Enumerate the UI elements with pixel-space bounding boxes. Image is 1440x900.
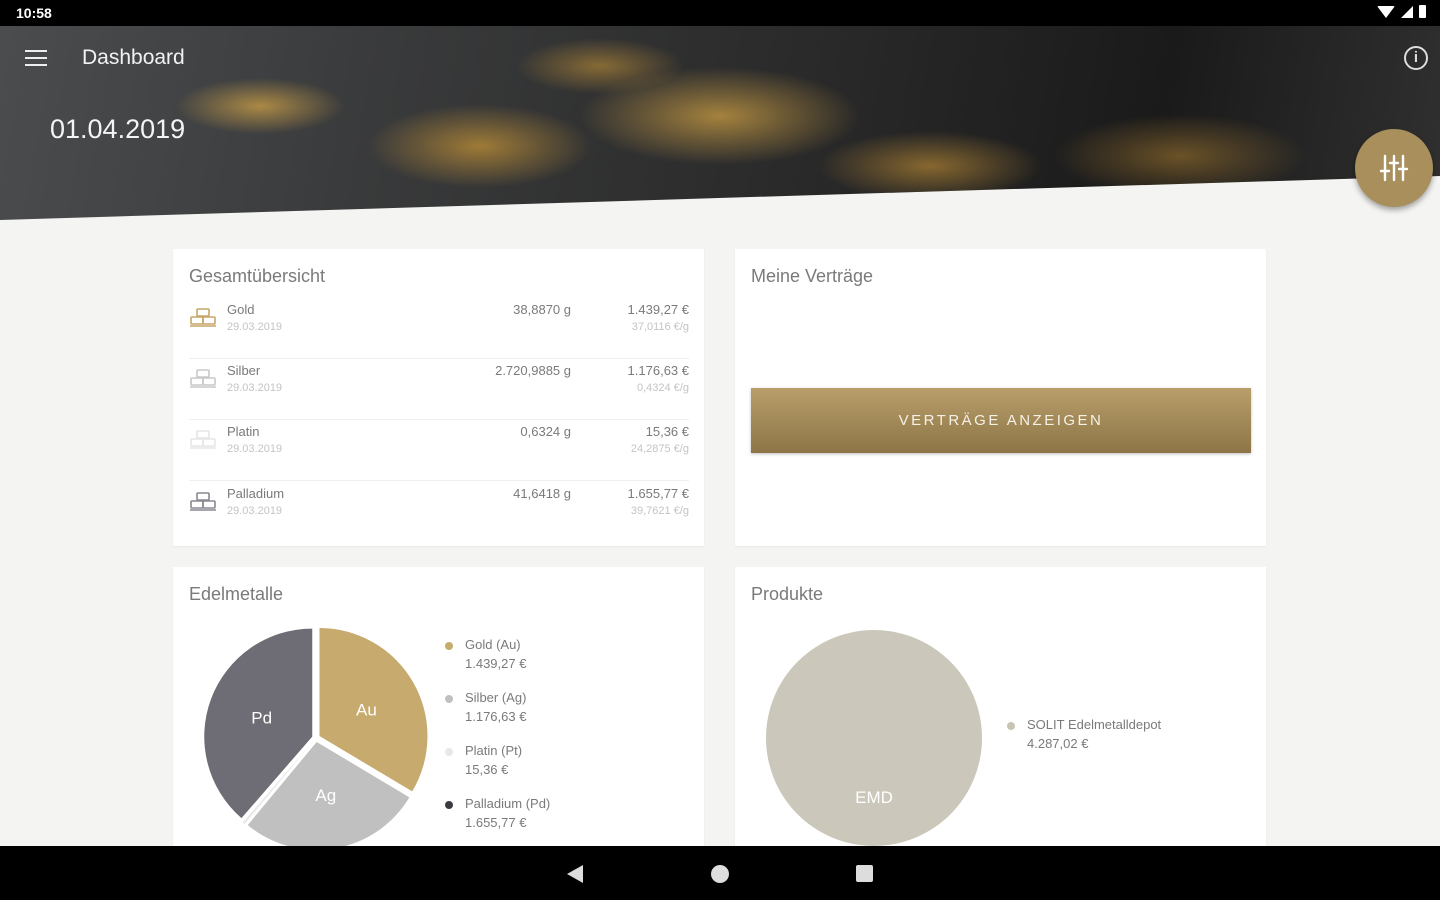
navigation-bar: [0, 846, 1440, 900]
bullion-bars-icon: [190, 369, 216, 388]
metal-price-per-gram: 37,0116 €/g: [631, 321, 689, 333]
metal-name: Gold: [227, 302, 255, 317]
metal-price-per-gram: 39,7621 €/g: [630, 505, 689, 517]
legend-value: 1.439,27 €: [465, 656, 527, 671]
legend-name: Platin (Pt): [465, 743, 523, 758]
legend-dot-icon: [445, 801, 453, 809]
info-icon[interactable]: i: [1404, 46, 1428, 70]
legend-dot-icon: [445, 642, 453, 650]
pie-label-au: Au: [356, 700, 377, 719]
legend-item: Palladium (Pd) 1.655,77 €: [445, 794, 551, 832]
metal-date: 29.03.2019: [227, 321, 283, 333]
sliders-icon: [1379, 154, 1409, 182]
overview-title: Gesamtübersicht: [189, 266, 326, 286]
contracts-card: Meine Verträge VERTRÄGE ANZEIGEN: [735, 249, 1266, 546]
metal-date: 29.03.2019: [227, 382, 283, 394]
legend-name: Gold (Au): [465, 637, 521, 652]
products-title: Produkte: [751, 584, 824, 604]
legend-name: Silber (Ag): [465, 690, 527, 705]
wifi-icon: [1377, 5, 1395, 18]
page-title: Dashboard: [82, 46, 185, 69]
back-icon[interactable]: [567, 865, 583, 883]
metal-date: 29.03.2019: [227, 443, 283, 455]
battery-icon: [1419, 5, 1426, 18]
metal-weight: 41,6418 g: [513, 486, 571, 501]
overview-card: Gesamtübersicht Gold 29.03.2019 38,8870 g 1…: [173, 249, 704, 546]
filter-settings-button[interactable]: [1355, 129, 1433, 207]
menu-icon[interactable]: [25, 50, 47, 66]
bullion-bars-icon: [190, 430, 216, 449]
show-contracts-button[interactable]: VERTRÄGE ANZEIGEN: [751, 388, 1251, 453]
status-bar: 10:58: [0, 0, 1440, 26]
metal-price-per-gram: 24,2875 €/g: [630, 443, 689, 455]
legend-item: Silber (Ag) 1.176,63 €: [445, 688, 527, 726]
precious-metals-card: Edelmetalle Au Ag Pd Gold (Au) 1.439,27 € Si…: [173, 567, 704, 857]
metal-value: 1.655,77 €: [627, 486, 689, 501]
metal-weight: 2.720,9885 g: [495, 363, 571, 378]
products-card: Produkte EMD SOLIT Edelmetalldepot 4.287,…: [735, 567, 1266, 857]
header-date: 01.04.2019: [50, 114, 186, 144]
metal-name: Silber: [227, 363, 261, 378]
contracts-title: Meine Verträge: [751, 266, 874, 286]
home-icon[interactable]: [711, 865, 729, 883]
signal-icon: [1401, 5, 1413, 18]
overview-row-silber[interactable]: Silber 29.03.2019 2.720,9885 g 1.176,63 € 0,…: [189, 359, 689, 420]
legend-item: SOLIT Edelmetalldepot 4.287,02 €: [1007, 715, 1162, 753]
legend-name: SOLIT Edelmetalldepot: [1027, 717, 1162, 732]
legend-item: Gold (Au) 1.439,27 €: [445, 635, 527, 673]
overview-row-gold[interactable]: Gold 29.03.2019 38,8870 g 1.439,27 € 37,0116…: [189, 298, 689, 359]
legend-value: 1.176,63 €: [465, 709, 527, 724]
bullion-bars-icon: [190, 492, 216, 511]
metal-name: Platin: [227, 424, 260, 439]
overview-row-platin[interactable]: Platin 29.03.2019 0,6324 g 15,36 € 24,2875 €…: [189, 420, 689, 481]
metal-name: Palladium: [227, 486, 285, 501]
overview-row-palladium[interactable]: Palladium 29.03.2019 41,6418 g 1.655,77 € 39…: [189, 482, 689, 542]
legend-dot-icon: [1007, 722, 1015, 730]
system-icons: [1377, 5, 1426, 18]
legend-value: 15,36 €: [465, 762, 509, 777]
legend-dot-icon: [445, 748, 453, 756]
legend-dot-icon: [445, 695, 453, 703]
legend-item: Platin (Pt) 15,36 €: [445, 741, 523, 779]
pie-label-ag: Ag: [315, 786, 336, 805]
metal-weight: 0,6324 g: [520, 424, 571, 439]
products-pie-chart: EMD: [766, 630, 982, 846]
recent-apps-icon[interactable]: [856, 865, 873, 882]
pie-label-pd: Pd: [251, 709, 272, 728]
metal-value: 1.176,63 €: [627, 363, 689, 378]
metal-price-per-gram: 0,4324 €/g: [637, 382, 689, 394]
pie-label-emd: EMD: [855, 788, 893, 807]
metal-value: 15,36 €: [645, 424, 689, 439]
legend-value: 1.655,77 €: [465, 815, 527, 830]
legend-value: 4.287,02 €: [1027, 736, 1089, 751]
precious-metals-pie-chart: Au Ag Pd: [204, 628, 428, 850]
metal-weight: 38,8870 g: [513, 302, 571, 317]
metal-date: 29.03.2019: [227, 505, 283, 517]
bullion-bars-icon: [190, 308, 216, 327]
pie-slice-emd: [766, 630, 982, 846]
legend-name: Palladium (Pd): [465, 796, 551, 811]
header-banner: Dashboard i 01.04.2019: [0, 26, 1440, 220]
metal-value: 1.439,27 €: [627, 302, 689, 317]
precious-metals-title: Edelmetalle: [189, 584, 284, 604]
status-time: 10:58: [16, 5, 52, 21]
